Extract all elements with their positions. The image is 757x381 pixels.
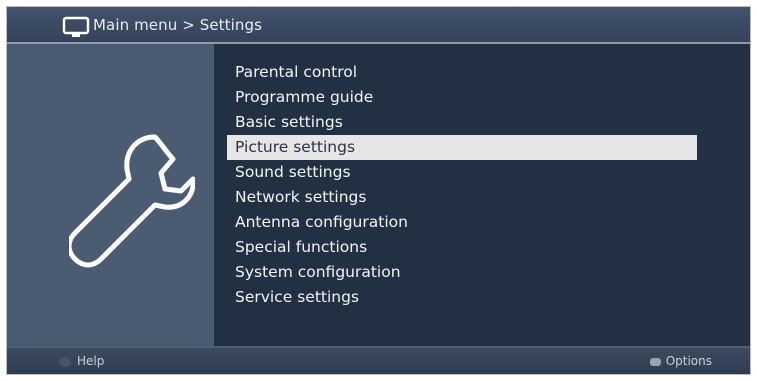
menu-item[interactable]: Parental control bbox=[227, 60, 697, 85]
options-button-icon bbox=[649, 357, 661, 366]
help-hint[interactable]: Help bbox=[59, 352, 104, 370]
menu-item[interactable]: Sound settings bbox=[227, 160, 697, 185]
header-bar: Main menu > Settings bbox=[7, 7, 750, 44]
help-label: Help bbox=[77, 354, 105, 368]
menu-item[interactable]: Special functions bbox=[227, 235, 697, 260]
options-hint[interactable]: Options bbox=[649, 352, 712, 370]
tv-menu-screen: Main menu > Settings Parental control Pro… bbox=[6, 6, 751, 375]
menu-panel: Parental control Programme guide Basic set… bbox=[214, 44, 750, 347]
page-title: Main menu > Settings bbox=[93, 16, 263, 34]
sidebar-panel bbox=[7, 44, 214, 347]
menu-item[interactable]: Picture settings bbox=[227, 135, 697, 160]
footer-bar: Help Options bbox=[7, 346, 750, 374]
menu-item[interactable]: Antenna configuration bbox=[227, 210, 697, 235]
menu-item[interactable]: Programme guide bbox=[227, 85, 697, 110]
menu-item[interactable]: Network settings bbox=[227, 185, 697, 210]
options-label: Options bbox=[665, 354, 712, 368]
menu-item[interactable]: Service settings bbox=[227, 285, 697, 310]
settings-menu: Parental control Programme guide Basic set… bbox=[227, 60, 697, 310]
menu-item[interactable]: System configuration bbox=[227, 260, 697, 285]
help-button-icon bbox=[59, 356, 71, 367]
wrench-icon bbox=[69, 134, 195, 268]
menu-item[interactable]: Basic settings bbox=[227, 110, 697, 135]
tv-icon bbox=[62, 16, 90, 37]
